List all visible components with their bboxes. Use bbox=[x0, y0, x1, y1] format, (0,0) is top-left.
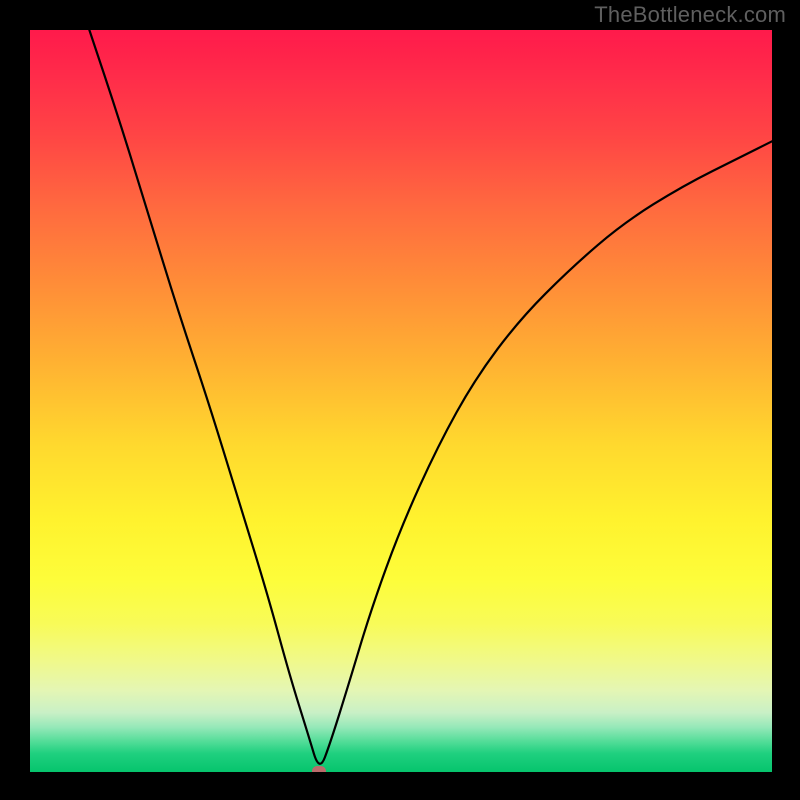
minimum-marker bbox=[312, 766, 326, 772]
chart-frame: TheBottleneck.com bbox=[0, 0, 800, 800]
watermark-text: TheBottleneck.com bbox=[594, 2, 786, 28]
bottleneck-curve bbox=[30, 30, 772, 772]
plot-area bbox=[30, 30, 772, 772]
